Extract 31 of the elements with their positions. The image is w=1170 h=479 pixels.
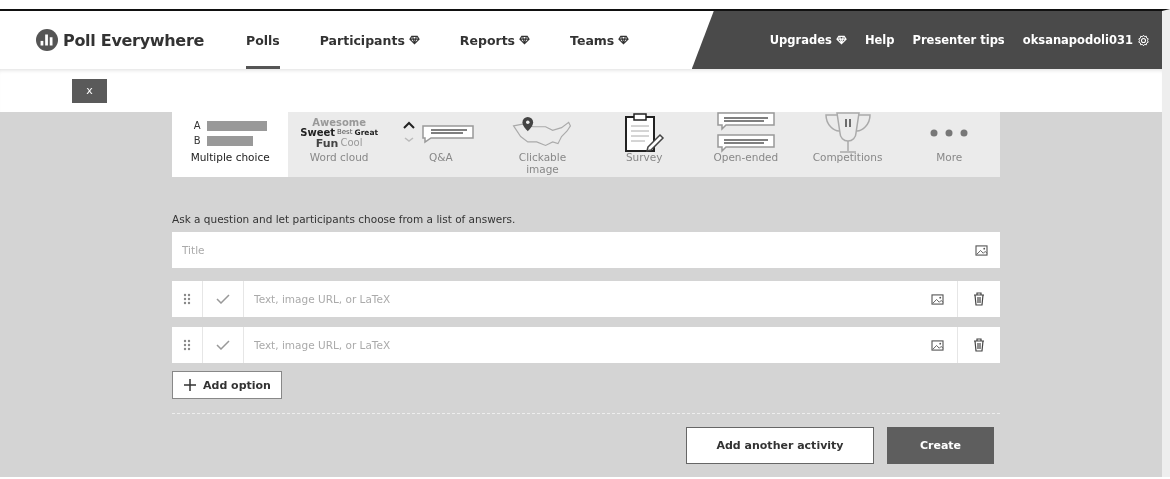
- header-link[interactable]: Presenter tips: [912, 33, 1005, 47]
- user-menu[interactable]: oksanapodoli031: [1022, 33, 1150, 47]
- nav-tab[interactable]: Participants: [319, 11, 420, 69]
- answer-option-row[interactable]: Text, image URL, or LaTeX: [172, 327, 1000, 363]
- checkmark-icon[interactable]: [216, 340, 230, 350]
- image-icon[interactable]: [930, 293, 944, 305]
- image-icon[interactable]: [975, 244, 988, 256]
- activity-type-tab[interactable]: A B Multiple choice: [172, 112, 289, 177]
- drag-handle-icon[interactable]: [183, 293, 191, 305]
- add-activity-button[interactable]: Add another activity: [686, 427, 874, 464]
- more-icon: [929, 128, 970, 138]
- add-option-button[interactable]: Add option: [172, 371, 282, 399]
- header-link[interactable]: Help: [864, 33, 895, 47]
- trash-icon[interactable]: [973, 292, 985, 306]
- nav-tab[interactable]: Teams: [570, 11, 630, 69]
- drag-handle-icon[interactable]: [183, 339, 191, 351]
- nav-tab[interactable]: Reports: [459, 11, 531, 69]
- image-icon[interactable]: [930, 339, 944, 351]
- header-link[interactable]: Upgrades: [769, 33, 847, 47]
- plus-icon: [183, 378, 197, 392]
- close-button[interactable]: x: [72, 78, 107, 103]
- answer-option-row[interactable]: Text, image URL, or LaTeX: [172, 281, 1000, 317]
- activity-description: Ask a question and let participants choose from a list of answers.: [172, 212, 517, 227]
- trophy-icon: [822, 111, 873, 155]
- brand-name: Poll Everywhere: [63, 30, 205, 50]
- logo-icon: [36, 29, 58, 51]
- settings-icon[interactable]: [1137, 33, 1150, 47]
- checkmark-icon[interactable]: [216, 294, 230, 304]
- create-button[interactable]: Create: [887, 427, 994, 464]
- trash-icon[interactable]: [973, 338, 985, 352]
- bar-options-drawing: A B: [193, 120, 267, 146]
